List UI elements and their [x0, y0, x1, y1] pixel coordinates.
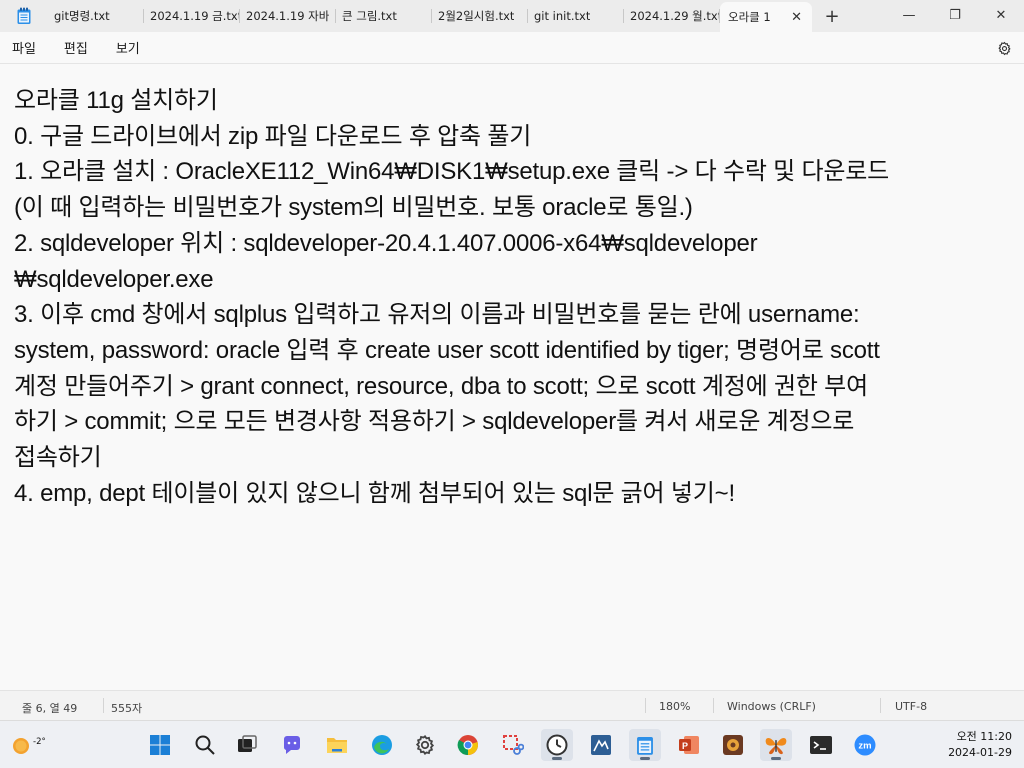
editor-line: 1. 오라클 설치 : OracleXE112_Win64₩DISK1₩setu… [14, 158, 890, 186]
new-tab-button[interactable]: + [812, 0, 852, 32]
tab-close-icon[interactable]: ✕ [791, 10, 802, 25]
editor-line: 2. sqldeveloper 위치 : sqldeveloper-20.4.1… [14, 229, 758, 257]
editor-line: 오라클 11g 설치하기 [14, 87, 218, 114]
tab-label: git init.txt [534, 9, 591, 23]
sql-developer-icon[interactable] [585, 729, 617, 761]
window-controls: — ❐ ✕ [886, 0, 1024, 32]
tab-label: 2월2일시험.txt [438, 9, 515, 23]
tab-git-init[interactable]: git init.txt [528, 0, 624, 32]
tab-label: 오라클 1 [728, 10, 771, 24]
menu-file[interactable]: 파일 [0, 32, 50, 64]
tab-label: git명령.txt [54, 9, 110, 23]
powerpoint-icon[interactable]: P [673, 729, 705, 761]
chrome-browser-icon[interactable] [452, 729, 484, 761]
minimize-button[interactable]: — [886, 0, 932, 30]
svg-text:P: P [682, 741, 688, 751]
weather-widget[interactable]: -2° [10, 731, 47, 757]
status-divider [645, 698, 646, 713]
menu-bar: 파일 편집 보기 [0, 32, 1024, 64]
teams-chat-icon[interactable] [276, 729, 308, 761]
status-divider [713, 698, 714, 713]
char-count: 555자 [111, 702, 143, 715]
search-icon[interactable] [189, 729, 221, 761]
editor-line: system, password: oracle 입력 후 create use… [14, 336, 880, 364]
tab-2024-1-29-mon[interactable]: 2024.1.29 월.txt [624, 0, 720, 32]
task-view-icon[interactable] [231, 729, 263, 761]
start-button[interactable] [144, 729, 176, 761]
line-ending[interactable]: Windows (CRLF) [727, 700, 816, 713]
cursor-position: 줄 6, 열 49 [22, 702, 78, 715]
clock-app-icon[interactable] [541, 729, 573, 761]
settings-icon[interactable] [409, 729, 441, 761]
tab-label: 2024.1.29 월.txt [630, 9, 720, 23]
status-divider [103, 698, 104, 713]
taskbar: -2° P zm 오전 11:20 2024-01-29 [0, 720, 1024, 768]
editor-line: 4. emp, dept 테이블이 있지 않으니 함께 첨부되어 있는 sql문… [14, 479, 735, 507]
editor-line: 접속하기 [14, 444, 102, 472]
notepad-taskbar-icon[interactable] [629, 729, 661, 761]
tab-label: 2024.1.19 자바 [246, 9, 330, 23]
butterfly-app-icon[interactable] [760, 729, 792, 761]
tab-git-command[interactable]: git명령.txt [48, 0, 144, 32]
weather-temperature: -2° [32, 737, 47, 747]
menu-edit[interactable]: 편집 [50, 32, 102, 64]
editor-line: ₩sqldeveloper.exe [14, 265, 214, 293]
edge-browser-icon[interactable] [366, 729, 398, 761]
zoom-app-icon[interactable]: zm [849, 729, 881, 761]
system-clock[interactable]: 오전 11:20 2024-01-29 [948, 729, 1012, 761]
status-bar: 줄 6, 열 49 555자 180% Windows (CRLF) UTF-8 [0, 690, 1024, 720]
snipping-tool-icon[interactable] [497, 729, 529, 761]
tab-feb2-exam[interactable]: 2월2일시험.txt [432, 0, 528, 32]
game-app-icon[interactable] [717, 729, 749, 761]
svg-text:zm: zm [858, 741, 871, 752]
tab-strip: git명령.txt 2024.1.19 금.txt 2024.1.19 자바 큰… [48, 0, 852, 32]
tab-oracle-1[interactable]: 오라클 1 ✕ [720, 2, 812, 32]
zoom-level[interactable]: 180% [659, 700, 690, 713]
menu-view[interactable]: 보기 [102, 32, 154, 64]
tab-big-picture[interactable]: 큰 그림.txt [336, 0, 432, 32]
status-divider [880, 698, 881, 713]
editor-line: 계정 만들어주기 > grant connect, resource, dba … [14, 372, 868, 400]
text-editor[interactable]: 오라클 11g 설치하기 0. 구글 드라이브에서 zip 파일 다운로드 후 … [0, 65, 1024, 690]
file-explorer-icon[interactable] [321, 729, 353, 761]
windows-logo-icon [150, 735, 170, 755]
editor-line: 0. 구글 드라이브에서 zip 파일 다운로드 후 압축 풀기 [14, 122, 532, 150]
clock-date: 2024-01-29 [948, 746, 1012, 759]
close-button[interactable]: ✕ [978, 0, 1024, 30]
terminal-icon[interactable] [805, 729, 837, 761]
notepad-app-icon [0, 0, 48, 32]
maximize-button[interactable]: ❐ [932, 0, 978, 30]
settings-gear-icon[interactable] [996, 40, 1012, 56]
editor-line: (이 때 입력하는 비밀번호가 system의 비밀번호. 보통 oracle로… [14, 194, 693, 222]
clock-time: 오전 11:20 [956, 730, 1012, 743]
tab-2024-1-19-fri[interactable]: 2024.1.19 금.txt [144, 0, 240, 32]
title-bar: git명령.txt 2024.1.19 금.txt 2024.1.19 자바 큰… [0, 0, 1024, 32]
editor-line: 하기 > commit; 으로 모든 변경사항 적용하기 > sqldevelo… [14, 408, 855, 436]
tab-label: 큰 그림.txt [342, 9, 397, 23]
tab-label: 2024.1.19 금.txt [150, 9, 240, 23]
editor-line: 3. 이후 cmd 창에서 sqlplus 입력하고 유저의 이름과 비밀번호를… [14, 301, 860, 329]
encoding[interactable]: UTF-8 [895, 700, 927, 713]
tab-2024-1-19-java[interactable]: 2024.1.19 자바 [240, 0, 336, 32]
